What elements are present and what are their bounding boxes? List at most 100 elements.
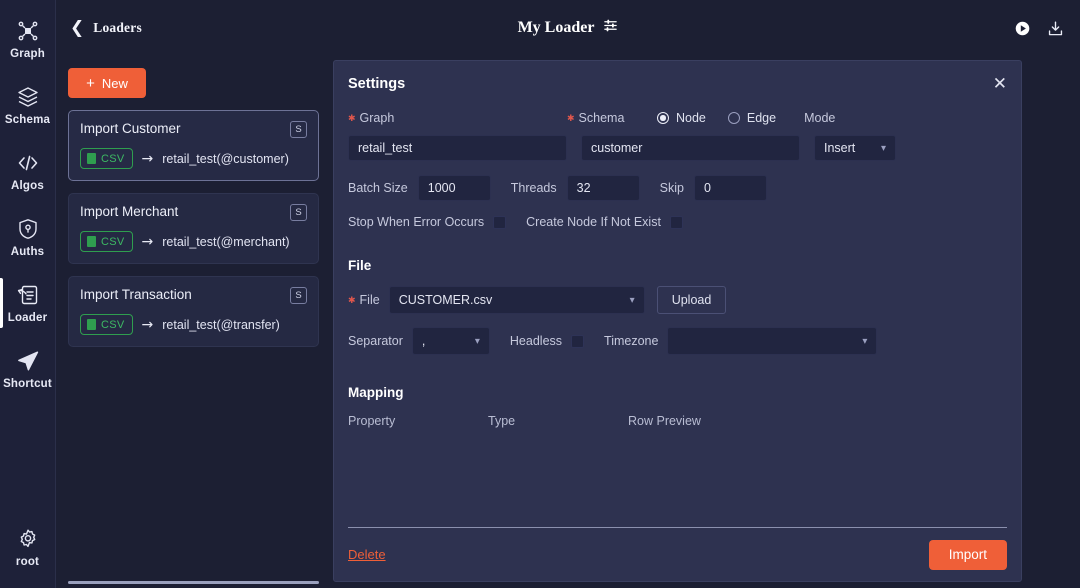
- file-label: File: [348, 293, 380, 307]
- close-icon[interactable]: ✕: [993, 75, 1007, 93]
- import-button[interactable]: Import: [928, 539, 1007, 570]
- back-to-loaders-button[interactable]: ❮ Loaders: [70, 17, 142, 38]
- sidebar-item-label: Shortcut: [3, 377, 52, 390]
- chevron-down-icon: ▾: [880, 142, 886, 154]
- timezone-select[interactable]: ▾: [667, 327, 878, 355]
- file-options-row: Separator , ▾ Headless Timezone ▾: [348, 327, 1007, 355]
- status-badge[interactable]: S: [290, 204, 307, 221]
- list-item[interactable]: Import Transaction S CSV → retail_test(@…: [68, 276, 319, 347]
- create-node-label: Create Node If Not Exist: [526, 215, 661, 229]
- format-chip: CSV: [80, 148, 133, 169]
- sidebar-item-algos[interactable]: Algos: [0, 138, 56, 204]
- app-root: Graph Schema Algos Auths Loader Shortcut…: [0, 0, 1080, 588]
- mode-label: Mode: [804, 111, 836, 125]
- batch-size-input[interactable]: 1000: [417, 175, 491, 201]
- code-brackets-icon: [16, 151, 40, 175]
- create-node-checkbox[interactable]: [669, 215, 683, 229]
- file-icon: [87, 153, 96, 164]
- file-row: File CUSTOMER.csv ▾ Upload: [348, 286, 1007, 314]
- headless-label: Headless: [509, 334, 563, 348]
- sidebar-item-graph[interactable]: Graph: [0, 6, 56, 72]
- mode-select[interactable]: Insert ▾: [814, 135, 896, 161]
- schema-label: Schema: [567, 111, 657, 125]
- entity-radio-edge[interactable]: Edge: [727, 111, 776, 125]
- mapping-col-type: Type: [488, 414, 516, 428]
- chevron-down-icon: ▾: [862, 335, 868, 347]
- settings-row-labels-1: Graph Schema Node Edge Mode: [348, 107, 1007, 129]
- threads-input[interactable]: 32: [566, 175, 640, 201]
- settings-row-fields-2: Batch Size 1000 Threads 32 Skip 0: [348, 175, 1007, 201]
- chevron-down-icon: ▾: [474, 335, 480, 347]
- paper-plane-icon: [16, 349, 40, 373]
- list-item-title: Import Customer: [80, 121, 181, 136]
- arrow-right-icon: →: [141, 316, 154, 333]
- graph-input[interactable]: retail_test: [348, 135, 567, 161]
- skip-label: Skip: [659, 181, 684, 195]
- status-badge[interactable]: S: [290, 287, 307, 304]
- sliders-icon[interactable]: [603, 18, 618, 38]
- shield-key-icon: [16, 217, 40, 241]
- file-select[interactable]: CUSTOMER.csv ▾: [388, 286, 645, 314]
- entity-radio-node-label: Node: [676, 111, 706, 125]
- chevron-down-icon: ▾: [629, 294, 635, 306]
- sidebar-item-shortcut[interactable]: Shortcut: [0, 336, 56, 402]
- mapping-col-row-preview: Row Preview: [628, 414, 701, 428]
- format-label: CSV: [101, 235, 125, 248]
- new-loader-button[interactable]: + New: [68, 68, 146, 98]
- sidebar-item-label: Schema: [4, 113, 51, 126]
- separator-select[interactable]: , ▾: [411, 327, 490, 355]
- list-item-target: retail_test(@transfer): [162, 317, 280, 332]
- schema-value: customer: [591, 141, 643, 155]
- graph-nodes-icon: [16, 19, 40, 43]
- separator-value: ,: [421, 334, 426, 348]
- delete-button[interactable]: Delete: [348, 547, 386, 562]
- upload-button[interactable]: Upload: [656, 286, 727, 314]
- breadcrumb: Loaders: [93, 20, 142, 35]
- download-icon[interactable]: [1047, 20, 1064, 37]
- mapping-col-property: Property: [348, 414, 396, 428]
- sidebar-item-schema[interactable]: Schema: [0, 72, 56, 138]
- sidebar-item-loader[interactable]: Loader: [0, 270, 56, 336]
- list-item-meta: CSV → retail_test(@merchant): [80, 231, 307, 252]
- chevron-left-icon: ❮: [70, 17, 85, 38]
- list-item-title: Import Transaction: [80, 287, 192, 302]
- sidebar-item-root-account[interactable]: root: [0, 514, 56, 580]
- list-item[interactable]: Import Merchant S CSV → retail_test(@mer…: [68, 193, 319, 264]
- skip-input[interactable]: 0: [693, 175, 767, 201]
- sidebar-item-label: Algos: [11, 179, 44, 192]
- sidebar-item-label: Auths: [10, 245, 45, 258]
- file-section-title: File: [348, 258, 372, 273]
- settings-footer: Delete Import: [348, 527, 1007, 581]
- arrow-right-icon: →: [141, 150, 154, 167]
- list-item[interactable]: Import Customer S CSV → retail_test(@cus…: [68, 110, 319, 181]
- list-item-header: Import Customer S: [80, 121, 307, 138]
- list-item-header: Import Merchant S: [80, 204, 307, 221]
- format-label: CSV: [101, 152, 125, 165]
- sidebar-item-label: root: [15, 555, 40, 568]
- list-item-meta: CSV → retail_test(@customer): [80, 148, 307, 169]
- status-badge[interactable]: S: [290, 121, 307, 138]
- sidebar-item-label: Loader: [7, 311, 48, 324]
- settings-row-checkboxes: Stop When Error Occurs Create Node If No…: [348, 215, 1007, 229]
- threads-value: 32: [576, 181, 591, 195]
- settings-body: Graph Schema Node Edge Mode retail_test: [334, 107, 1021, 527]
- format-chip: CSV: [80, 314, 133, 335]
- plus-icon: +: [86, 74, 95, 92]
- mapping-table-header: Property Type Row Preview: [348, 414, 1007, 428]
- file-icon: [87, 319, 96, 330]
- play-circle-icon[interactable]: [1014, 20, 1031, 37]
- headless-checkbox[interactable]: [571, 334, 585, 348]
- sidebar-item-auths[interactable]: Auths: [0, 204, 56, 270]
- list-scrollbar[interactable]: [68, 581, 319, 584]
- separator-label: Separator: [348, 334, 403, 348]
- import-button-label: Import: [948, 547, 987, 562]
- stop-on-error-checkbox[interactable]: [493, 215, 507, 229]
- graph-label: Graph: [348, 111, 567, 125]
- file-icon: [87, 236, 96, 247]
- gear-icon: [16, 527, 40, 551]
- schema-input[interactable]: customer: [581, 135, 800, 161]
- entity-radio-node[interactable]: Node: [657, 111, 706, 125]
- page-title: My Loader: [517, 19, 595, 36]
- loaders-list-panel: + New Import Customer S CSV → retail_tes…: [56, 0, 331, 588]
- mapping-section-title: Mapping: [348, 385, 404, 400]
